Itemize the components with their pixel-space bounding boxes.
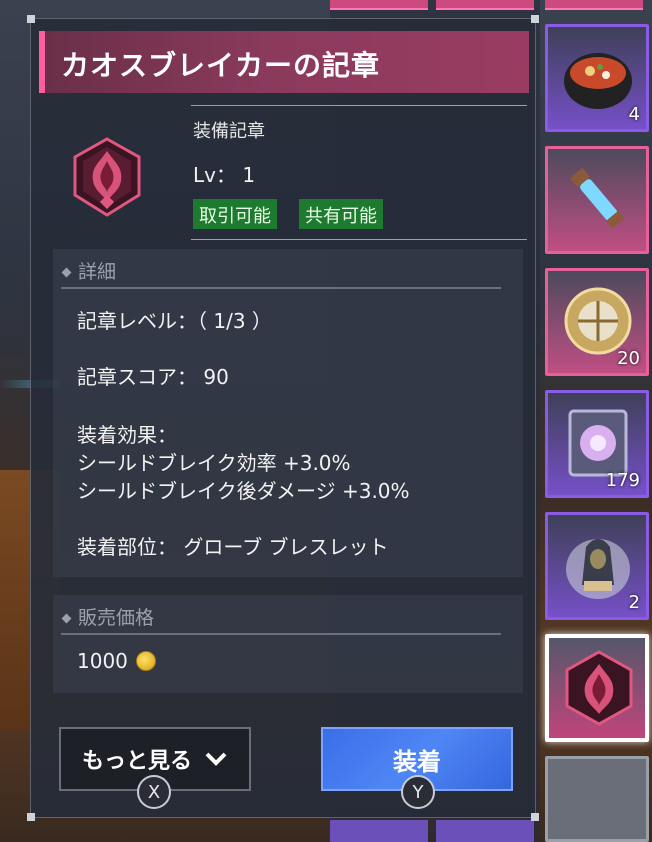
item-detail-panel: カオスブレイカーの記章 装備記章 Lv： 1 取引可能 共有可能 詳細 記章レベ… (27, 15, 539, 821)
item-quantity: 179 (605, 470, 640, 491)
inventory-slot[interactable]: 20 (545, 268, 649, 376)
effect-line: シールドブレイク後ダメージ +3.0% (77, 479, 410, 503)
chaos-badge-icon (71, 137, 143, 217)
inventory-slot[interactable]: 179 (545, 390, 649, 498)
sale-divider (61, 633, 501, 635)
inventory-slot[interactable]: 2 (545, 512, 649, 620)
badge-score: 記章スコア： 90 (77, 365, 229, 389)
panel-corner (531, 813, 539, 821)
item-quantity: 4 (628, 104, 640, 125)
details-header: 詳細 (61, 257, 117, 284)
equip-slots: 装着部位： グローブ ブレスレット (77, 535, 389, 559)
item-quantity: 20 (617, 348, 640, 369)
diamond-bullet-icon (61, 267, 72, 278)
details-section: 詳細 記章レベル：（ 1/3 ） 記章スコア： 90 装着効果： シールドブレイ… (53, 249, 523, 577)
chaos-badge-icon (565, 650, 633, 726)
item-quantity: 2 (628, 592, 640, 613)
sale-header: 販売価格 (61, 603, 155, 630)
y-hint-label: Y (412, 781, 424, 803)
equip-label: 装着 (393, 747, 441, 776)
effect-header: 装着効果： (77, 423, 177, 447)
coin-icon (135, 651, 156, 671)
inventory-slot-partial (330, 0, 428, 10)
info-divider-bottom (191, 239, 527, 240)
inventory-slot-partial (330, 820, 428, 842)
details-divider (61, 287, 501, 289)
inventory-slot-partial (436, 820, 534, 842)
item-title-bar: カオスブレイカーの記章 (39, 31, 529, 93)
stew-pot-icon (564, 53, 632, 109)
inventory-slot[interactable]: 4 (545, 24, 649, 132)
sale-price-value: 1000 (77, 649, 128, 673)
panel-corner (531, 15, 539, 23)
inventory-slot-selected[interactable] (545, 634, 649, 742)
info-divider-top (191, 105, 527, 106)
inventory-slot-partial (436, 0, 534, 10)
x-hint-label: X (147, 781, 161, 803)
inventory-slot[interactable] (545, 146, 649, 254)
inventory-slot-empty[interactable] (545, 756, 649, 842)
y-button-hint-icon: Y (401, 775, 435, 809)
details-header-label: 詳細 (78, 261, 117, 283)
sale-price: 1000 (77, 649, 156, 673)
tag-shareable: 共有可能 (299, 199, 383, 229)
panel-corner (27, 15, 35, 23)
sale-section: 販売価格 1000 (53, 595, 523, 693)
tag-tradable: 取引可能 (193, 199, 277, 229)
panel-corner (27, 813, 35, 821)
sale-header-label: 販売価格 (78, 607, 155, 629)
badge-level: 記章レベル：（ 1/3 ） (77, 309, 272, 333)
item-level: Lv： 1 (193, 163, 256, 187)
effect-line: シールドブレイク効率 +3.0% (77, 451, 351, 475)
see-more-label: もっと見る (81, 749, 192, 774)
inventory-slot-partial (545, 0, 643, 10)
hooded-statue-icon (566, 539, 630, 599)
item-name: カオスブレイカーの記章 (61, 49, 381, 82)
potion-vial-icon (570, 167, 625, 229)
diamond-bullet-icon (61, 613, 72, 624)
item-type: 装備記章 (193, 121, 265, 142)
x-button-hint-icon: X (137, 775, 171, 809)
chevron-down-icon (205, 752, 227, 766)
